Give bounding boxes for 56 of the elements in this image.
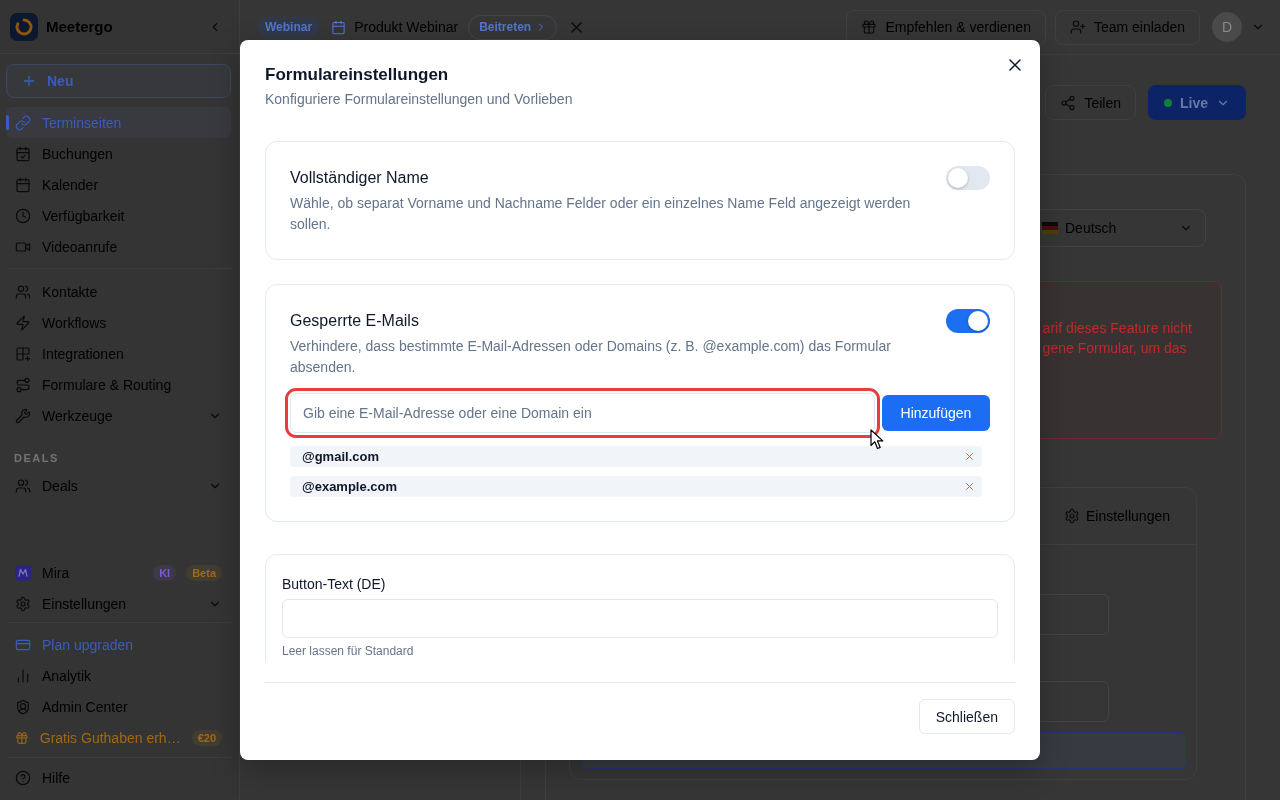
flag-icon xyxy=(1042,222,1058,234)
badge: KI xyxy=(153,564,177,581)
add-button[interactable]: Hinzufügen xyxy=(882,395,990,431)
badge: Beta xyxy=(186,564,222,581)
setting-title: Vollständiger Name xyxy=(290,168,430,188)
alert-text: arif dieses Feature nicht xyxy=(1042,319,1192,338)
dialog-subtitle: Konfiguriere Formulareinstellungen und Vorlieben xyxy=(265,90,574,109)
entry-text: @gmail.com xyxy=(302,449,379,464)
zigzag-tile-icon xyxy=(15,564,31,581)
nav-item[interactable]: Plan upgraden xyxy=(6,629,231,660)
user-plus-icon xyxy=(1069,19,1086,35)
close-button[interactable]: Schließen xyxy=(918,699,1015,734)
x-icon[interactable] xyxy=(966,483,973,490)
setting-description: Wähle, ob separat Vorname und Nachname Felder oder ein einzelnes Name Feld angezeigt werden sollen. xyxy=(290,194,912,234)
badge: €20 xyxy=(191,729,222,746)
settings-icon xyxy=(1063,508,1080,524)
settings-icon xyxy=(15,595,31,612)
avatar[interactable]: D xyxy=(1212,12,1242,42)
nav-item[interactable]: Terminseiten xyxy=(6,107,231,138)
logo-icon xyxy=(10,12,38,41)
category-badge: Webinar xyxy=(257,17,321,37)
setting-title: Gesperrte E-Mails xyxy=(290,311,420,331)
text-input[interactable] xyxy=(282,599,998,638)
new-button[interactable]: Neu xyxy=(6,64,231,98)
gift-icon xyxy=(15,729,29,746)
calendar-icon xyxy=(331,19,347,35)
entry-text: @example.com xyxy=(302,479,398,494)
live-button[interactable]: Live xyxy=(1148,85,1246,120)
bar-chart-icon xyxy=(15,667,31,684)
grid-plus-icon xyxy=(15,345,31,362)
calendar-icon xyxy=(15,176,31,193)
shield-user-icon xyxy=(15,698,31,715)
clock-icon xyxy=(15,207,31,224)
users-icon xyxy=(15,477,31,494)
field-hint: Leer lassen für Standard xyxy=(282,644,415,658)
close-icon[interactable] xyxy=(1009,59,1021,71)
dialog-title: Formulareinstellungen xyxy=(265,64,450,86)
help-icon xyxy=(15,769,31,786)
setting-description: Verhindere, dass bestimmte E-Mail-Adressen oder Domains (z. B. @example.com) das Formular absenden. xyxy=(290,337,892,377)
nav-item[interactable]: Gratis Guthaben erh… €20 xyxy=(6,722,231,753)
link-icon xyxy=(15,114,31,131)
section-heading: DEALS xyxy=(14,451,59,465)
wrench-icon xyxy=(15,407,31,424)
toggle-switch[interactable] xyxy=(946,166,990,190)
toggle-switch[interactable] xyxy=(946,309,990,333)
mouse-pointer-icon xyxy=(870,429,885,450)
route-icon xyxy=(15,376,31,393)
field-label: Button-Text (DE) xyxy=(282,575,387,594)
users-icon xyxy=(15,283,31,300)
alert-text: gene Formular, um das xyxy=(1042,339,1188,358)
share-icon xyxy=(1060,94,1077,111)
calendar-check-icon xyxy=(15,145,31,162)
lightning-icon xyxy=(15,314,31,331)
gift-icon xyxy=(861,19,878,35)
plus-icon xyxy=(21,73,37,89)
x-icon[interactable] xyxy=(966,453,973,460)
